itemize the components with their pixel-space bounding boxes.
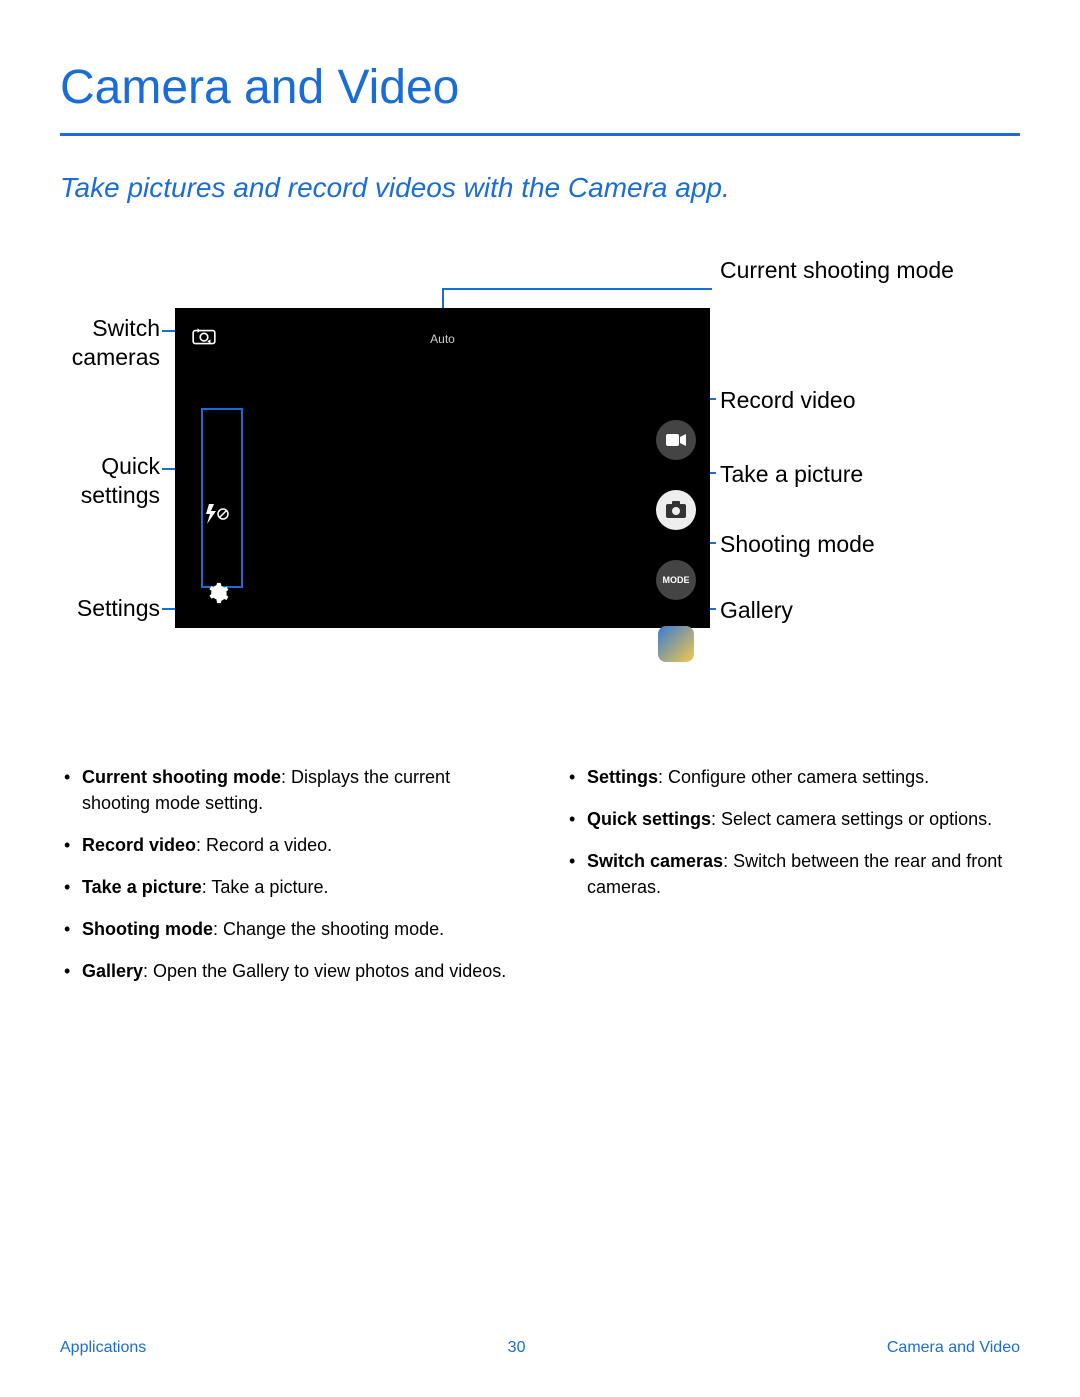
shooting-mode-button[interactable]: MODE — [656, 560, 696, 600]
footer-page-number: 30 — [508, 1339, 526, 1357]
callout-settings: Settings — [30, 594, 160, 623]
page-subtitle: Take pictures and record videos with the… — [60, 172, 1020, 204]
callout-quick-settings: Quick settings — [30, 452, 160, 510]
description-column-left: Current shooting mode: Displays the curr… — [60, 764, 515, 1001]
take-picture-button[interactable] — [656, 490, 696, 530]
callout-switch-cameras: Switch cameras — [30, 314, 160, 372]
desc-item: Take a picture: Take a picture. — [64, 874, 515, 900]
page-footer: Applications 30 Camera and Video — [60, 1339, 1020, 1357]
desc-item: Switch cameras: Switch between the rear … — [569, 848, 1020, 900]
callout-current-mode: Current shooting mode — [720, 256, 960, 285]
camera-screenshot: Auto MODE — [175, 308, 710, 628]
record-video-button[interactable] — [656, 420, 696, 460]
desc-item: Current shooting mode: Displays the curr… — [64, 764, 515, 816]
desc-item: Gallery: Open the Gallery to view photos… — [64, 958, 515, 984]
camera-diagram: Switch cameras Quick settings Settings C… — [60, 264, 1020, 664]
title-rule — [60, 133, 1020, 136]
callout-take-picture: Take a picture — [720, 460, 863, 489]
flash-icon[interactable] — [205, 504, 229, 529]
footer-left: Applications — [60, 1339, 146, 1357]
callout-gallery: Gallery — [720, 596, 793, 625]
desc-item: Settings: Configure other camera setting… — [569, 764, 1020, 790]
switch-camera-icon[interactable] — [191, 326, 217, 346]
quick-settings-box[interactable] — [201, 408, 243, 588]
callout-shooting-mode: Shooting mode — [720, 530, 875, 559]
gallery-button[interactable] — [658, 626, 694, 662]
footer-right: Camera and Video — [887, 1339, 1020, 1357]
callout-record-video: Record video — [720, 386, 856, 415]
desc-item: Record video: Record a video. — [64, 832, 515, 858]
gear-icon[interactable] — [207, 582, 229, 610]
description-column-right: Settings: Configure other camera setting… — [565, 764, 1020, 1001]
desc-item: Quick settings: Select camera settings o… — [569, 806, 1020, 832]
leader-line — [442, 288, 712, 290]
current-mode-label: Auto — [430, 332, 455, 346]
desc-item: Shooting mode: Change the shooting mode. — [64, 916, 515, 942]
description-columns: Current shooting mode: Displays the curr… — [60, 764, 1020, 1001]
page-title: Camera and Video — [60, 60, 1020, 115]
